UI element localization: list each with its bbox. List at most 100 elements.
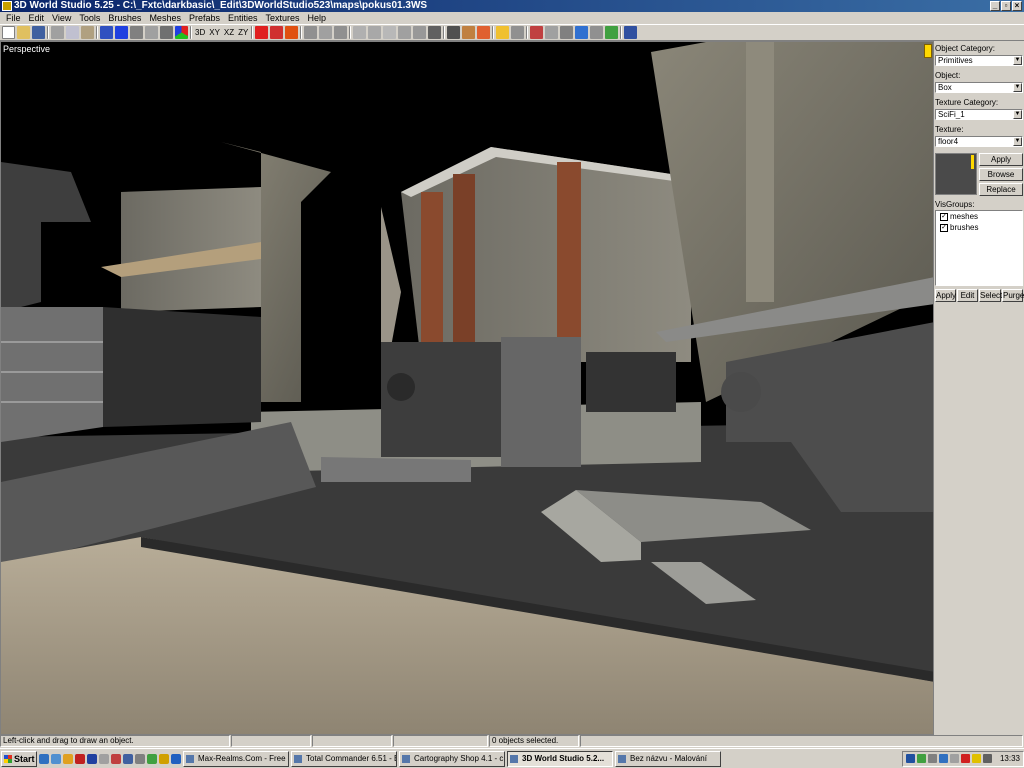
start-button[interactable]: Start [1, 750, 37, 767]
orange-cube-icon[interactable] [285, 26, 299, 39]
restore-button[interactable]: ▫ [1001, 1, 1011, 11]
rotate-cw-icon[interactable] [334, 26, 348, 39]
vis-select-button[interactable]: Select [979, 289, 1002, 302]
copy-icon[interactable] [66, 26, 79, 39]
tray-icon[interactable] [961, 754, 970, 763]
select-mode-icon[interactable] [575, 26, 589, 39]
wireframe-icon[interactable] [130, 26, 143, 39]
red-brush-icon[interactable] [270, 26, 284, 39]
task-3d-world-studio[interactable]: 3D World Studio 5.2... [507, 750, 613, 767]
chevron-down-icon: ▼ [1013, 83, 1022, 92]
checkbox-meshes[interactable]: ✓ [940, 212, 948, 221]
menu-file[interactable]: File [2, 12, 25, 24]
save-disk-icon[interactable] [32, 26, 45, 39]
object-select[interactable]: Box ▼ [935, 82, 1023, 93]
open-folder-icon[interactable] [17, 26, 30, 39]
list-item[interactable]: ✓ brushes [936, 222, 1022, 233]
vis-apply-button[interactable]: Apply [935, 289, 956, 302]
entity-icon[interactable] [511, 26, 525, 39]
menu-prefabs[interactable]: Prefabs [185, 12, 224, 24]
visgroups-list[interactable]: ✓ meshes ✓ brushes [935, 210, 1023, 286]
app-icon[interactable] [111, 753, 121, 764]
texture-apply-icon[interactable] [477, 26, 491, 39]
tray-icon[interactable] [939, 754, 948, 763]
menu-tools[interactable]: Tools [75, 12, 104, 24]
tray-icon[interactable] [972, 754, 981, 763]
eyedropper-icon[interactable] [447, 26, 461, 39]
tray-icon[interactable] [917, 754, 926, 763]
tray-icon[interactable] [906, 754, 915, 763]
light-icon[interactable] [496, 26, 510, 39]
list-item[interactable]: ✓ meshes [936, 211, 1022, 222]
object-category-select[interactable]: Primitives ▼ [935, 55, 1023, 66]
uk-flag-icon[interactable] [87, 753, 97, 764]
replace-button[interactable]: Replace [979, 183, 1023, 196]
perspective-viewport[interactable]: Perspective [0, 41, 934, 735]
minimize-button[interactable]: _ [990, 1, 1000, 11]
scale-icon[interactable] [353, 26, 367, 39]
apply-texture-button[interactable]: Apply [979, 153, 1023, 166]
app-icon[interactable] [123, 753, 133, 764]
compile-icon[interactable] [530, 26, 544, 39]
vis-purge-button[interactable]: Purge [1002, 289, 1024, 302]
menu-textures[interactable]: Textures [262, 12, 304, 24]
ie-icon[interactable] [39, 753, 49, 764]
menu-edit[interactable]: Edit [25, 12, 49, 24]
skew-icon[interactable] [368, 26, 382, 39]
cube-icon[interactable] [100, 26, 113, 39]
app-icon[interactable] [171, 753, 181, 764]
cut-icon[interactable] [51, 26, 64, 39]
solid-view-icon[interactable] [115, 26, 128, 39]
menu-entities[interactable]: Entities [224, 12, 262, 24]
align-icon[interactable] [413, 26, 427, 39]
app-icon[interactable] [147, 753, 157, 764]
menu-view[interactable]: View [48, 12, 75, 24]
shaded-icon[interactable] [145, 26, 158, 39]
texture-preview[interactable] [935, 153, 977, 195]
rotate-ccw-icon[interactable] [319, 26, 333, 39]
run-icon[interactable] [605, 26, 619, 39]
red-cube-icon[interactable] [255, 26, 269, 39]
vis-edit-button[interactable]: Edit [957, 289, 978, 302]
clock[interactable]: 13:33 [1000, 754, 1020, 763]
bounding-box-icon[interactable] [560, 26, 574, 39]
paint-icon[interactable] [462, 26, 476, 39]
measure-icon[interactable] [590, 26, 604, 39]
app-icon[interactable] [99, 753, 109, 764]
speaker-icon[interactable] [983, 754, 992, 763]
view-zy-button[interactable]: ZY [237, 26, 249, 39]
task-cartography-shop[interactable]: Cartography Shop 4.1 - c... [399, 750, 505, 767]
texture-category-select[interactable]: SciFi_1 ▼ [935, 109, 1023, 120]
task-total-commander[interactable]: Total Commander 6.51 - B... [291, 750, 397, 767]
textured-icon[interactable] [160, 26, 173, 39]
browse-button[interactable]: Browse [979, 168, 1023, 181]
vertex-edit-icon[interactable] [545, 26, 559, 39]
new-file-icon[interactable] [2, 26, 15, 39]
color-icon[interactable] [175, 26, 188, 39]
view-xy-button[interactable]: XY [208, 26, 221, 39]
tray-icon[interactable] [928, 754, 937, 763]
tray-icon[interactable] [950, 754, 959, 763]
desktop-icon[interactable] [51, 753, 61, 764]
panel-toggle-icon[interactable] [924, 44, 932, 58]
app-icon[interactable] [135, 753, 145, 764]
task-max-realms[interactable]: Max-Realms.Com - Free 3... [183, 750, 289, 767]
view-xz-button[interactable]: XZ [223, 26, 235, 39]
app-icon[interactable] [159, 753, 169, 764]
view-3d-button[interactable]: 3D [194, 26, 206, 39]
flip-icon[interactable] [383, 26, 397, 39]
paste-icon[interactable] [81, 26, 94, 39]
grid-icon[interactable] [428, 26, 442, 39]
help-icon[interactable] [624, 26, 638, 39]
flag-icon[interactable] [75, 753, 85, 764]
close-button[interactable]: × [1012, 1, 1022, 11]
menu-meshes[interactable]: Meshes [145, 12, 185, 24]
mirror-icon[interactable] [398, 26, 412, 39]
menu-help[interactable]: Help [304, 12, 331, 24]
task-paint[interactable]: Bez názvu - Malování [615, 750, 721, 767]
rotate-icon[interactable] [304, 26, 318, 39]
menu-brushes[interactable]: Brushes [104, 12, 145, 24]
folder-icon[interactable] [63, 753, 73, 764]
checkbox-brushes[interactable]: ✓ [940, 223, 948, 232]
texture-select[interactable]: floor4 ▼ [935, 136, 1023, 147]
